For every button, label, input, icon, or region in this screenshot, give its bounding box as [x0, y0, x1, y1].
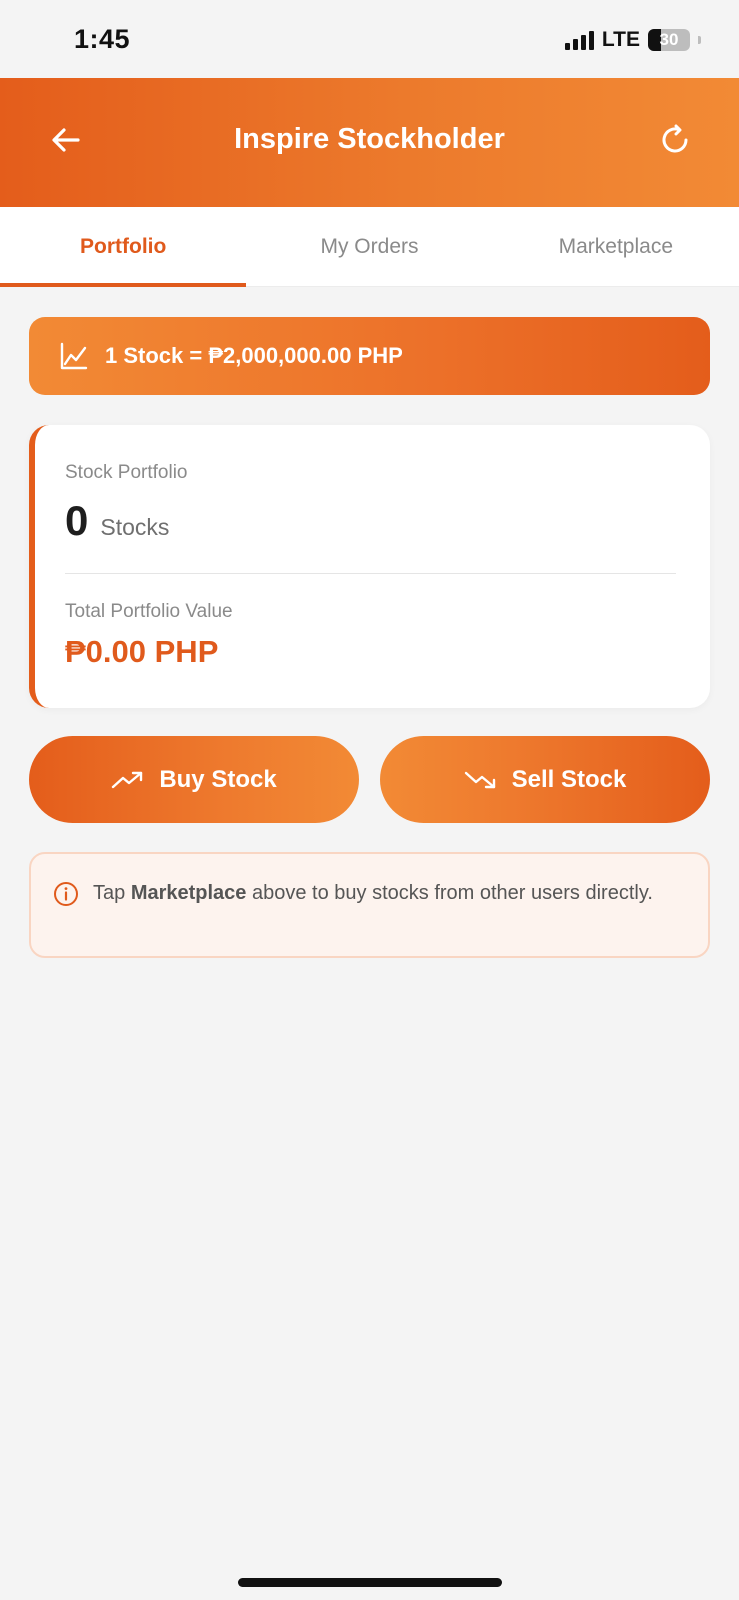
stock-portfolio-label: Stock Portfolio [65, 462, 188, 483]
signal-icon [564, 30, 594, 50]
page-title: Inspire Stockholder [234, 123, 505, 155]
battery-level: 30 [659, 30, 679, 49]
refresh-icon [662, 124, 688, 153]
sell-stock-label: Sell Stock [511, 765, 627, 793]
info-suffix: above to buy stocks from other users dir… [246, 882, 653, 904]
portfolio-card: Stock Portfolio 0 Stocks Total Portfolio… [29, 425, 710, 708]
marketplace-info-box: Tap Marketplace above to buy stocks from… [29, 852, 710, 958]
buy-stock-button[interactable]: Buy Stock [29, 736, 359, 823]
status-time: 1:45 [74, 24, 131, 54]
card-divider [65, 573, 676, 574]
info-prefix: Tap [93, 882, 131, 904]
portfolio-value: ₱0.00 PHP [65, 634, 219, 669]
stock-count-row: 0 Stocks [65, 497, 169, 545]
network-label: LTE [601, 28, 640, 51]
home-indicator [238, 1578, 502, 1587]
portfolio-value-label: Total Portfolio Value [65, 601, 233, 622]
app-header: Inspire Stockholder [0, 78, 739, 207]
info-marketplace-link: Marketplace [130, 882, 247, 904]
tab-bar: Portfolio My Orders Marketplace [0, 207, 739, 287]
battery-icon: 30 [648, 29, 690, 51]
app-screen: 1:45 LTE 30 Inspire Stockholder Portfoli… [0, 0, 739, 1600]
refresh-button[interactable] [655, 120, 695, 160]
stock-unit: Stocks [100, 514, 170, 540]
buy-stock-label: Buy Stock [159, 765, 277, 793]
tab-marketplace[interactable]: Marketplace [493, 207, 739, 286]
trending-down-icon [464, 771, 495, 788]
info-icon [54, 882, 78, 906]
stock-price-text: 1 Stock = ₱2,000,000.00 PHP [105, 343, 403, 368]
status-indicators: LTE 30 [564, 28, 701, 52]
sell-stock-button[interactable]: Sell Stock [380, 736, 710, 823]
tab-portfolio[interactable]: Portfolio [0, 207, 247, 287]
tab-my-orders[interactable]: My Orders [246, 207, 492, 286]
info-text: Tap Marketplace above to buy stocks from… [93, 878, 653, 956]
stock-count: 0 [65, 497, 89, 544]
trending-up-icon [112, 771, 143, 788]
status-bar: 1:45 LTE 30 [0, 0, 739, 78]
chart-line-icon [60, 342, 88, 370]
stock-price-banner: 1 Stock = ₱2,000,000.00 PHP [29, 317, 710, 395]
